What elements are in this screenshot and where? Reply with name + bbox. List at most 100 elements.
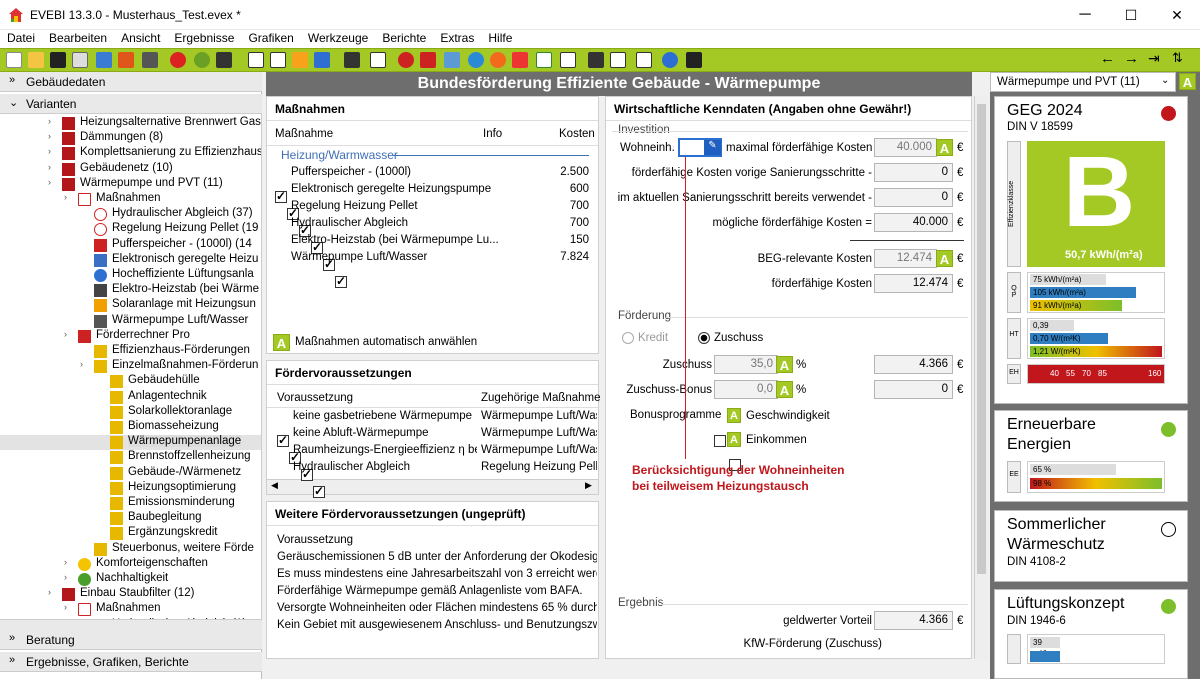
tree-item[interactable]: Brennstoffzellenheizung xyxy=(0,450,261,465)
report-icon[interactable] xyxy=(588,52,604,68)
copy-icon[interactable] xyxy=(72,52,88,68)
menu-berichte[interactable]: Berichte xyxy=(375,30,433,48)
right-a-icon[interactable]: A xyxy=(1179,73,1196,90)
tree-item[interactable]: Gebäude-/Wärmenetz xyxy=(0,466,261,481)
list-icon[interactable] xyxy=(370,52,386,68)
tree-item[interactable]: › Komplettsanierung zu Effizienzhaus xyxy=(0,146,261,161)
house-green-icon[interactable] xyxy=(536,52,552,68)
tree-item[interactable]: Elektronisch geregelte Heizu xyxy=(0,253,261,268)
menu-ergebnisse[interactable]: Ergebnisse xyxy=(167,30,241,48)
tree-item[interactable]: Hocheffiziente Lüftungsanla xyxy=(0,268,261,283)
expand-icon[interactable]: › xyxy=(48,162,51,172)
sigma-icon[interactable] xyxy=(314,52,330,68)
sort-icon[interactable]: ⇅ xyxy=(1172,50,1183,66)
wizard-icon[interactable] xyxy=(216,52,232,68)
measure-icon[interactable] xyxy=(636,52,652,68)
jump-icon[interactable]: ⇥ xyxy=(1148,50,1160,67)
bonus-a-icon[interactable]: A xyxy=(776,381,793,398)
tree-item[interactable]: › Maßnahmen xyxy=(0,192,261,207)
fan-icon[interactable] xyxy=(468,52,484,68)
tree-item[interactable]: Emissionsminderung xyxy=(0,496,261,511)
accordion-gebaeudedaten[interactable]: » Gebäudedaten xyxy=(0,72,262,92)
window-icon[interactable] xyxy=(420,52,436,68)
vorige-input[interactable]: 0 xyxy=(874,163,953,182)
voraussetzung-checkbox[interactable] xyxy=(313,484,325,498)
expand-icon[interactable]: › xyxy=(64,192,67,202)
tree-item[interactable]: Gebäudehülle xyxy=(0,374,261,389)
tree-item[interactable]: Elektro-Heizstab (bei Wärme xyxy=(0,283,261,298)
zuschuss-radio[interactable] xyxy=(698,332,710,344)
geldwert-input[interactable]: 4.366 xyxy=(874,611,953,630)
menu-bearbeiten[interactable]: Bearbeiten xyxy=(42,30,114,48)
menu-ansicht[interactable]: Ansicht xyxy=(114,30,167,48)
bonus-pct-input[interactable]: 0,0 xyxy=(714,380,778,399)
menu-extras[interactable]: Extras xyxy=(433,30,481,48)
tree-item[interactable]: Effizienzhaus-Förderungen xyxy=(0,344,261,359)
geschwindigkeit-checkbox[interactable] xyxy=(714,435,726,447)
expand-icon[interactable]: › xyxy=(64,557,67,567)
max-a-icon[interactable]: A xyxy=(936,139,953,156)
expand-icon[interactable]: › xyxy=(64,329,67,339)
tree-item[interactable]: Ergänzungskredit xyxy=(0,526,261,541)
moeglich-input[interactable]: 40.000 xyxy=(874,213,953,232)
menu-grafiken[interactable]: Grafiken xyxy=(241,30,300,48)
beg-a-icon[interactable]: A xyxy=(936,250,953,267)
zuschuss-a-icon[interactable]: A xyxy=(776,356,793,373)
expand-icon[interactable]: › xyxy=(64,572,67,582)
fire-icon[interactable] xyxy=(512,52,528,68)
redo-icon[interactable] xyxy=(194,52,210,68)
tree-item[interactable]: › Wärmepumpe und PVT (11) xyxy=(0,177,261,192)
zuschuss-pct-input[interactable]: 35,0 xyxy=(714,355,778,374)
scroll-right-icon[interactable]: ▶ xyxy=(585,480,592,491)
wall-icon[interactable] xyxy=(398,52,414,68)
menu-hilfe[interactable]: Hilfe xyxy=(481,30,519,48)
scroll-left-icon[interactable]: ◀ xyxy=(271,480,278,491)
kredit-radio[interactable] xyxy=(622,332,634,344)
sun-icon[interactable] xyxy=(490,52,506,68)
maximize-button[interactable]: ☐ xyxy=(1108,0,1154,30)
aktuell-input[interactable]: 0 xyxy=(874,188,953,207)
info-icon[interactable] xyxy=(686,52,702,68)
undo-icon[interactable] xyxy=(170,52,186,68)
table-icon[interactable] xyxy=(270,52,286,68)
beg-input[interactable]: 12.474 xyxy=(874,249,937,268)
expand-icon[interactable]: › xyxy=(64,602,67,612)
auto-apply-a-icon[interactable]: A xyxy=(273,334,290,351)
tree-item[interactable]: Wärmepumpenanlage xyxy=(0,435,261,451)
tree-item[interactable]: › Heizungsalternative Brennwert Gas xyxy=(0,116,261,131)
chart-icon[interactable] xyxy=(610,52,626,68)
tree-item[interactable]: Wärmepumpe Luft/Wasser xyxy=(0,314,261,329)
print-icon[interactable] xyxy=(142,52,158,68)
menu-datei[interactable]: Datei xyxy=(0,30,42,48)
tree-item[interactable]: Anlagentechnik xyxy=(0,390,261,405)
tree-item[interactable]: Solarkollektoranlage xyxy=(0,405,261,420)
tree-item[interactable]: › Einbau Staubfilter (12) xyxy=(0,587,261,602)
tree-item[interactable]: Pufferspeicher - (1000l) (14 xyxy=(0,238,261,253)
accordion-beratung[interactable]: » Beratung xyxy=(0,630,262,650)
grid-icon[interactable] xyxy=(560,52,576,68)
document-icon[interactable] xyxy=(248,52,264,68)
voraussetzung-checkbox[interactable] xyxy=(277,433,289,447)
tree-icon[interactable] xyxy=(344,52,360,68)
tree-item[interactable]: › Dämmungen (8) xyxy=(0,131,261,146)
tree-item[interactable]: › Komforteigenschaften xyxy=(0,557,261,572)
tree-item[interactable]: Heizungsoptimierung xyxy=(0,481,261,496)
zuschuss-value-input[interactable]: 4.366 xyxy=(874,355,953,374)
tree-item[interactable]: › Nachhaltigkeit xyxy=(0,572,261,587)
bonus-value-input[interactable]: 0 xyxy=(874,380,953,399)
variant-dropdown[interactable]: Wärmepumpe und PVT (11) ⌄ xyxy=(990,72,1176,92)
tree-item[interactable]: Baubegleitung xyxy=(0,511,261,526)
sum-icon[interactable] xyxy=(292,52,308,68)
expand-icon[interactable]: › xyxy=(80,359,83,369)
expand-icon[interactable]: › xyxy=(48,587,51,597)
tree-item[interactable]: Biomasseheizung xyxy=(0,420,261,435)
massnahme-checkbox[interactable] xyxy=(275,189,287,203)
forward-arrow-icon[interactable]: → xyxy=(1124,50,1139,67)
expand-icon[interactable]: › xyxy=(48,131,51,141)
accordion-varianten[interactable]: ⌄ Varianten xyxy=(0,94,262,114)
back-arrow-icon[interactable]: ← xyxy=(1100,50,1115,67)
minimize-button[interactable]: ─ xyxy=(1062,0,1108,30)
help-icon[interactable] xyxy=(662,52,678,68)
massnahme-checkbox[interactable] xyxy=(335,274,347,288)
edit-pencil-icon[interactable]: ✎ xyxy=(704,140,721,155)
